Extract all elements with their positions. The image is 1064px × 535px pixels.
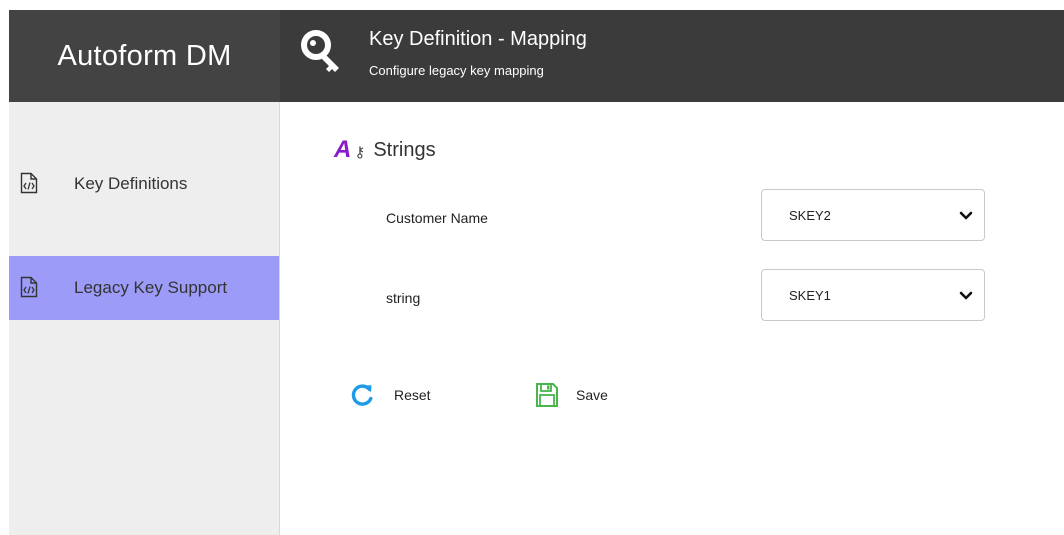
sidebar-item-label: Key Definitions	[74, 174, 188, 193]
field-label-customer-name: Customer Name	[386, 210, 488, 226]
page-title: Key Definition - Mapping	[369, 28, 587, 50]
select-value: SKEY2	[789, 207, 831, 223]
main-content: A ⚷ Strings Customer Name SKEY2 string S…	[280, 102, 1064, 535]
brand-label: Autoform DM	[57, 39, 232, 72]
app-window: Autoform DM Key Definition - Mapping Con…	[9, 10, 1064, 535]
customer-name-select[interactable]: SKEY2	[761, 189, 985, 241]
chevron-down-icon	[959, 289, 973, 301]
save-icon	[535, 382, 559, 408]
reset-label: Reset	[394, 387, 431, 403]
sidebar-item-key-definitions[interactable]: Key Definitions	[9, 152, 279, 216]
app-brand: Autoform DM	[9, 10, 280, 102]
section-title: Strings	[373, 139, 436, 161]
section-header: A ⚷ Strings	[334, 138, 436, 162]
reset-icon	[349, 382, 375, 408]
select-value: SKEY1	[789, 287, 831, 303]
sidebar-item-legacy-key-support[interactable]: Legacy Key Support	[9, 256, 279, 320]
code-file-icon	[20, 172, 38, 194]
string-select[interactable]: SKEY1	[761, 269, 985, 321]
small-key-icon: ⚷	[354, 144, 366, 161]
page-subtitle: Configure legacy key mapping	[369, 63, 544, 78]
string-type-icon: A	[334, 136, 352, 163]
sidebar: Key Definitions Legacy Key Support	[9, 102, 280, 535]
reset-button[interactable]: Reset	[349, 382, 431, 408]
save-button[interactable]: Save	[535, 382, 608, 408]
code-file-icon	[20, 276, 38, 298]
page-header: Key Definition - Mapping Configure legac…	[280, 10, 1064, 102]
field-label-string: string	[386, 290, 421, 306]
save-label: Save	[576, 387, 608, 403]
key-icon	[299, 28, 349, 78]
sidebar-item-label: Legacy Key Support	[74, 278, 228, 297]
chevron-down-icon	[959, 209, 973, 221]
